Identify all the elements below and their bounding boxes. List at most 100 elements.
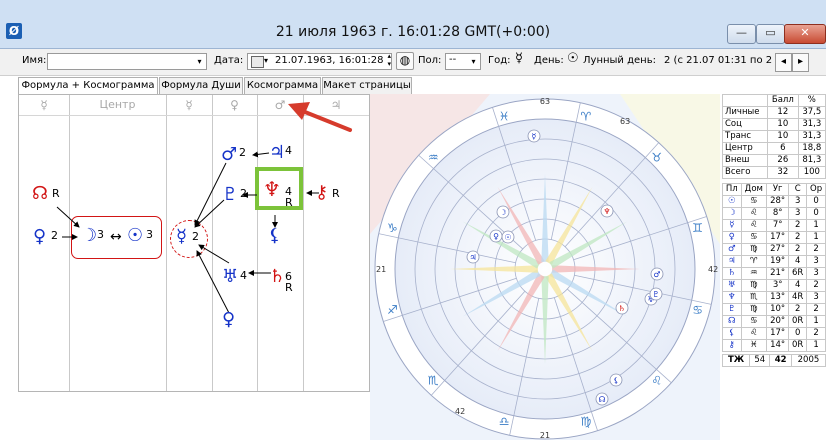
chevron-down-icon[interactable]: ▾ <box>467 54 480 69</box>
planet-row[interactable]: ♇ ♍ 10° 2 2 <box>722 303 826 316</box>
svg-text:♀: ♀ <box>493 232 499 241</box>
zodiac-sign-icon: ♊ <box>692 221 703 235</box>
planet-cell: 17° <box>766 231 790 244</box>
nav-prev-button[interactable]: ◂ <box>775 53 792 72</box>
sun-glyph: ☉ <box>127 225 144 246</box>
venus-count: 2 <box>51 229 58 242</box>
score-row: Центр 6 18,8 <box>722 142 826 155</box>
date-spin-down[interactable]: ▾ <box>387 60 391 68</box>
maximize-button[interactable]: ▭ <box>756 24 785 44</box>
calendar-icon[interactable] <box>251 56 264 68</box>
planet-row[interactable]: ♀ ♋ 17° 2 1 <box>722 231 826 244</box>
wheel-planet-marker[interactable]: ☿ <box>527 129 541 143</box>
planet-cell: 3 <box>806 291 826 304</box>
stats-panel: Балл % Личные 12 37,5 Соц 10 31,3 Транс 10 31,3 Ц… <box>721 94 826 367</box>
score-cell: 10 <box>766 118 799 131</box>
calendar-chevron-icon[interactable]: ▾ <box>264 56 268 65</box>
date-input[interactable]: ▾ 21.07.1963, 16:01:28 ▴ ▾ <box>247 52 392 70</box>
score-cell: Личные <box>722 106 768 119</box>
planet-cell: ♍ <box>740 243 768 256</box>
wheel-planet-marker[interactable]: ♃ <box>466 250 480 264</box>
score-row: Личные 12 37,5 <box>722 106 826 119</box>
globe-icon[interactable]: ◍ <box>396 52 414 70</box>
score-head: % <box>797 94 826 107</box>
score-cell: Соц <box>722 118 768 131</box>
planet-cell: 1 <box>806 315 826 328</box>
score-cell: Всего <box>722 166 768 179</box>
planet-row[interactable]: ⚸ ♌ 17° 0 2 <box>722 327 826 340</box>
score-table: Балл % Личные 12 37,5 Соц 10 31,3 Транс 10 31,3 Ц… <box>722 94 826 179</box>
planet-row[interactable]: ♅ ♍ 3° 4 2 <box>722 279 826 292</box>
date-label: Дата: <box>214 55 244 66</box>
planet-row[interactable]: ♆ ♏ 13° 4R 3 <box>722 291 826 304</box>
score-cell: 6 <box>766 142 799 155</box>
planet-cell: ☽ <box>722 207 742 220</box>
year-label: Год: <box>488 55 511 66</box>
zodiac-sign-icon: ♑ <box>387 221 398 235</box>
chevron-down-icon[interactable]: ▾ <box>193 54 206 69</box>
date-spin-up[interactable]: ▴ <box>387 52 391 60</box>
planet-head: Ор <box>806 183 826 196</box>
planet-cell: ♒ <box>740 267 768 280</box>
planet-cell: 2 <box>806 303 826 316</box>
tab-soul-formula[interactable]: Формула Души <box>159 77 243 94</box>
wheel-planet-marker[interactable]: ☽ <box>496 205 510 219</box>
svg-text:☊: ☊ <box>598 395 605 404</box>
planet-row[interactable]: ☉ ♋ 28° 3 0 <box>722 195 826 208</box>
planet-head: Дом <box>740 183 768 196</box>
planet-cell: ♋ <box>740 195 768 208</box>
name-value <box>48 54 51 65</box>
cosmogram-wheel[interactable]: ♈ ♉ ♊ ♋ ♌ ♍ ♎ ♏ ♐ ♑ ♒ ♓ ☉ ☽ ☿ ♀ ♂ ♃ ♄ ♅ ♆ ♇ ☊ ⚸ 63 21 21 42 63… <box>370 94 720 440</box>
svg-text:☉: ☉ <box>504 233 511 242</box>
svg-text:⚸: ⚸ <box>613 376 619 385</box>
jupiter-glyph: ♃ <box>269 142 286 163</box>
planet-cell: ♀ <box>722 231 742 244</box>
planet-row[interactable]: ♃ ♈ 19° 4 3 <box>722 255 826 268</box>
wheel-planet-marker[interactable]: ⚸ <box>609 373 623 387</box>
planet-row[interactable]: ☽ ♌ 8° 3 0 <box>722 207 826 220</box>
wheel-planet-marker[interactable]: ♆ <box>600 204 614 218</box>
planet-cell: 3° <box>766 279 790 292</box>
mercury-glyph: ☿ <box>176 226 188 247</box>
uranus-glyph: ♅ <box>222 266 239 287</box>
footer-table: ТЖ 54 42 2005 <box>721 354 826 367</box>
planet-cell: 20° <box>766 315 790 328</box>
planet-cell: ♍ <box>740 303 768 316</box>
planet-row[interactable]: ♄ ♒ 21° 6R 3 <box>722 267 826 280</box>
planet-cell: 2 <box>806 327 826 340</box>
svg-text:♃: ♃ <box>469 253 476 262</box>
score-head: Балл <box>766 94 799 107</box>
double-arrow: ↔ <box>110 229 122 245</box>
degree-label-sw: 42 <box>455 407 465 416</box>
planet-cell: 13° <box>766 291 790 304</box>
planet-cell: 1 <box>806 231 826 244</box>
gender-select[interactable]: -- ▾ <box>445 53 481 70</box>
zodiac-sign-icon: ♈ <box>581 109 592 123</box>
name-input[interactable]: ▾ <box>47 53 207 70</box>
planet-row[interactable]: ☿ ♌ 7° 2 1 <box>722 219 826 232</box>
planet-cell: ♈ <box>740 255 768 268</box>
neptune-r: R <box>285 196 293 209</box>
wheel-planet-marker[interactable]: ♇ <box>649 287 663 301</box>
planet-cell: 3 <box>806 255 826 268</box>
nav-next-button[interactable]: ▸ <box>792 53 809 72</box>
score-cell: 31,3 <box>797 118 826 131</box>
planet-row[interactable]: ♂ ♍ 27° 2 2 <box>722 243 826 256</box>
minimize-button[interactable]: — <box>727 24 756 44</box>
planet-row[interactable]: ⚷ ♓ 14° 0R 1 <box>722 339 826 352</box>
wheel-planet-marker[interactable]: ☊ <box>595 392 609 406</box>
tab-formula-cosmogram[interactable]: Формула + Космограмма <box>18 77 158 95</box>
planet-row[interactable]: ☊ ♋ 20° 0R 1 <box>722 315 826 328</box>
wheel-planet-marker[interactable]: ♂ <box>650 267 664 281</box>
wheel-planet-marker[interactable]: ☉ <box>501 230 515 244</box>
planet-cell: 14° <box>766 339 790 352</box>
zodiac-sign-icon: ♌ <box>651 374 662 388</box>
score-row: Всего 32 100 <box>722 166 826 179</box>
planet-cell: 19° <box>766 255 790 268</box>
venus-glyph: ♀ <box>33 226 47 247</box>
planet-cell: ♆ <box>722 291 742 304</box>
wheel-planet-marker[interactable]: ♀ <box>489 229 503 243</box>
close-button[interactable]: ✕ <box>784 24 826 44</box>
score-cell: 37,5 <box>797 106 826 119</box>
wheel-planet-marker[interactable]: ♄ <box>615 301 629 315</box>
